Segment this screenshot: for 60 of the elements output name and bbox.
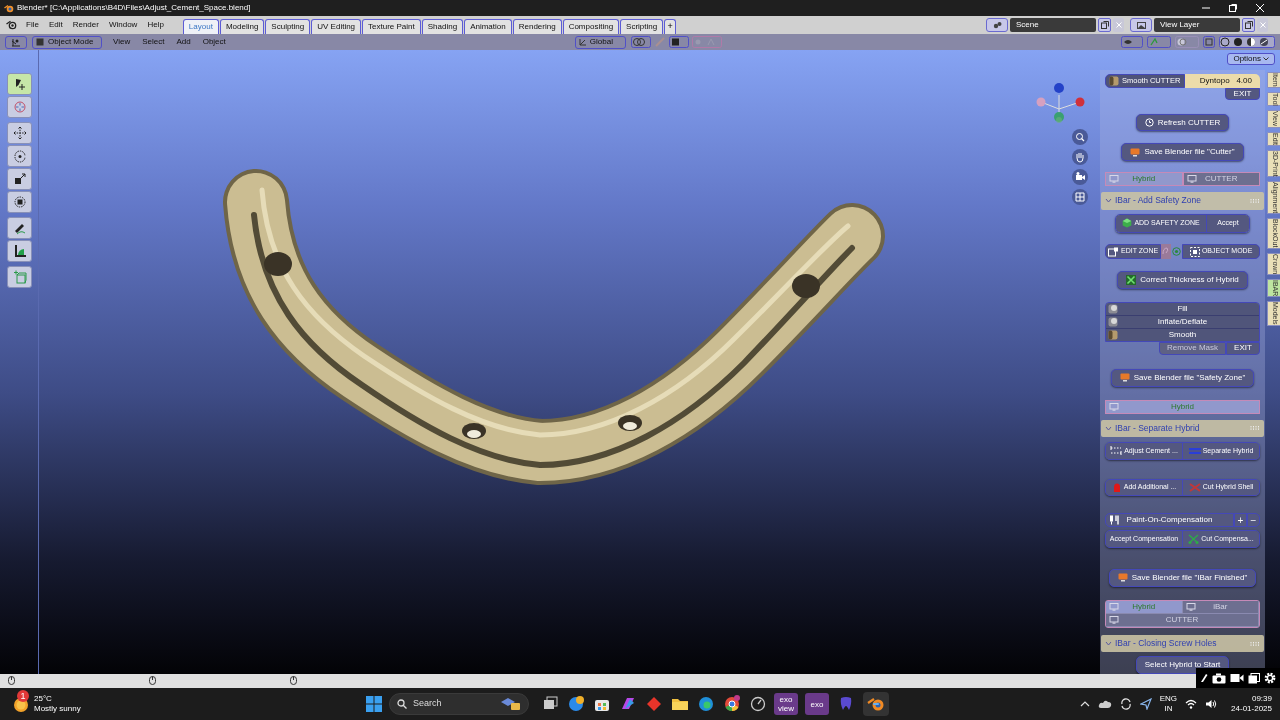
app-icon[interactable]: exo view [774, 693, 798, 715]
field-value: 4.00 [1236, 74, 1252, 87]
section-header[interactable]: IBar - Add Safety Zone [1101, 191, 1264, 210]
toggle-button[interactable]: iBar [1182, 600, 1259, 614]
menu-item[interactable]: Help [142, 19, 169, 31]
section-header[interactable]: IBar - Separate Hybrid [1101, 419, 1264, 438]
mode-dropdown[interactable]: Object Mode [32, 35, 102, 49]
menu-item[interactable]: Window [103, 19, 143, 31]
region-label: IN [1164, 704, 1173, 714]
workspace-tab[interactable]: Texture Paint [362, 19, 421, 34]
workspace-tab[interactable]: Sculpting [265, 19, 311, 34]
workspace-tab[interactable]: Modeling [219, 19, 265, 34]
workspace-tab[interactable]: Shading [421, 19, 464, 34]
workspace-tab[interactable]: Animation [464, 19, 512, 34]
panel-button[interactable]: Save Blender file "Safety Zone" [1110, 368, 1255, 387]
panel-button[interactable]: Refresh CUTTER [1135, 113, 1230, 132]
menu-item[interactable]: File [21, 19, 44, 31]
section-header[interactable]: IBar - Closing Screw Holes [1101, 634, 1264, 653]
dyntopo-field[interactable]: Dyntopo 4.00 [1185, 74, 1260, 88]
workspace-tab[interactable]: Rendering [512, 19, 562, 34]
app-icon[interactable]: exo [805, 693, 829, 715]
panel-button[interactable]: Correct Thickness of Hybrid [1117, 271, 1248, 289]
add-workspace-tab[interactable]: + [664, 19, 677, 34]
clock-time: 09:39 [1251, 694, 1272, 704]
workspace-tab[interactable]: UV Editing [311, 19, 362, 34]
plus-button[interactable]: + [1234, 513, 1247, 528]
workspace-tab[interactable]: Compositing [562, 19, 620, 34]
panel-button[interactable]: Save Blender file "IBar Finished" [1108, 569, 1257, 587]
scene-field[interactable]: Scene [1010, 18, 1096, 32]
search-field[interactable]: Search [389, 693, 529, 715]
weather-label: Mostly sunny [34, 704, 81, 714]
clock-date: 24-01-2025 [1231, 704, 1272, 714]
minus-button[interactable]: − [1247, 513, 1260, 528]
menu-item[interactable]: Edit [43, 19, 68, 31]
language-label: ENG [1159, 694, 1178, 704]
section-title: IBar - Closing Screw Holes [1115, 637, 1218, 650]
workspace-tab[interactable]: Layout [182, 19, 219, 34]
section-title: IBar - Add Safety Zone [1115, 194, 1202, 208]
app-icon-label: exo [810, 699, 824, 709]
menu-item[interactable]: Select [136, 36, 171, 48]
window-title: Blender* [C:\Applications\B4D\Files\Adjust_Cement_Space.blend] [17, 2, 251, 14]
options-button[interactable]: Options [1227, 53, 1275, 65]
app-icon-label: exo [779, 695, 793, 704]
workspace-tab[interactable]: Scripting [620, 19, 664, 34]
search-placeholder: Search [413, 697, 443, 711]
panel-button[interactable]: Paint-On-Compensation [1105, 513, 1234, 528]
temperature-label: 25°C [34, 694, 53, 704]
panel-button[interactable]: Save Blender file "Cutter" [1121, 143, 1244, 161]
menu-item[interactable]: Add [170, 36, 197, 48]
toggle-button[interactable]: CUTTER [1182, 171, 1260, 186]
app-icon-label: view [778, 704, 794, 713]
menu-item[interactable]: View [107, 36, 137, 48]
view-layer-field[interactable]: View Layer [1154, 18, 1240, 32]
orientation-dropdown[interactable]: Global [574, 35, 626, 49]
menu-item[interactable]: Render [67, 19, 104, 31]
notification-badge: 1 [17, 690, 29, 702]
section-title: IBar - Separate Hybrid [1115, 422, 1201, 435]
menu-item[interactable]: Object [196, 36, 232, 48]
brush-list-item[interactable]: Fill [1106, 302, 1259, 316]
field-label: Dyntopo [1198, 74, 1231, 87]
